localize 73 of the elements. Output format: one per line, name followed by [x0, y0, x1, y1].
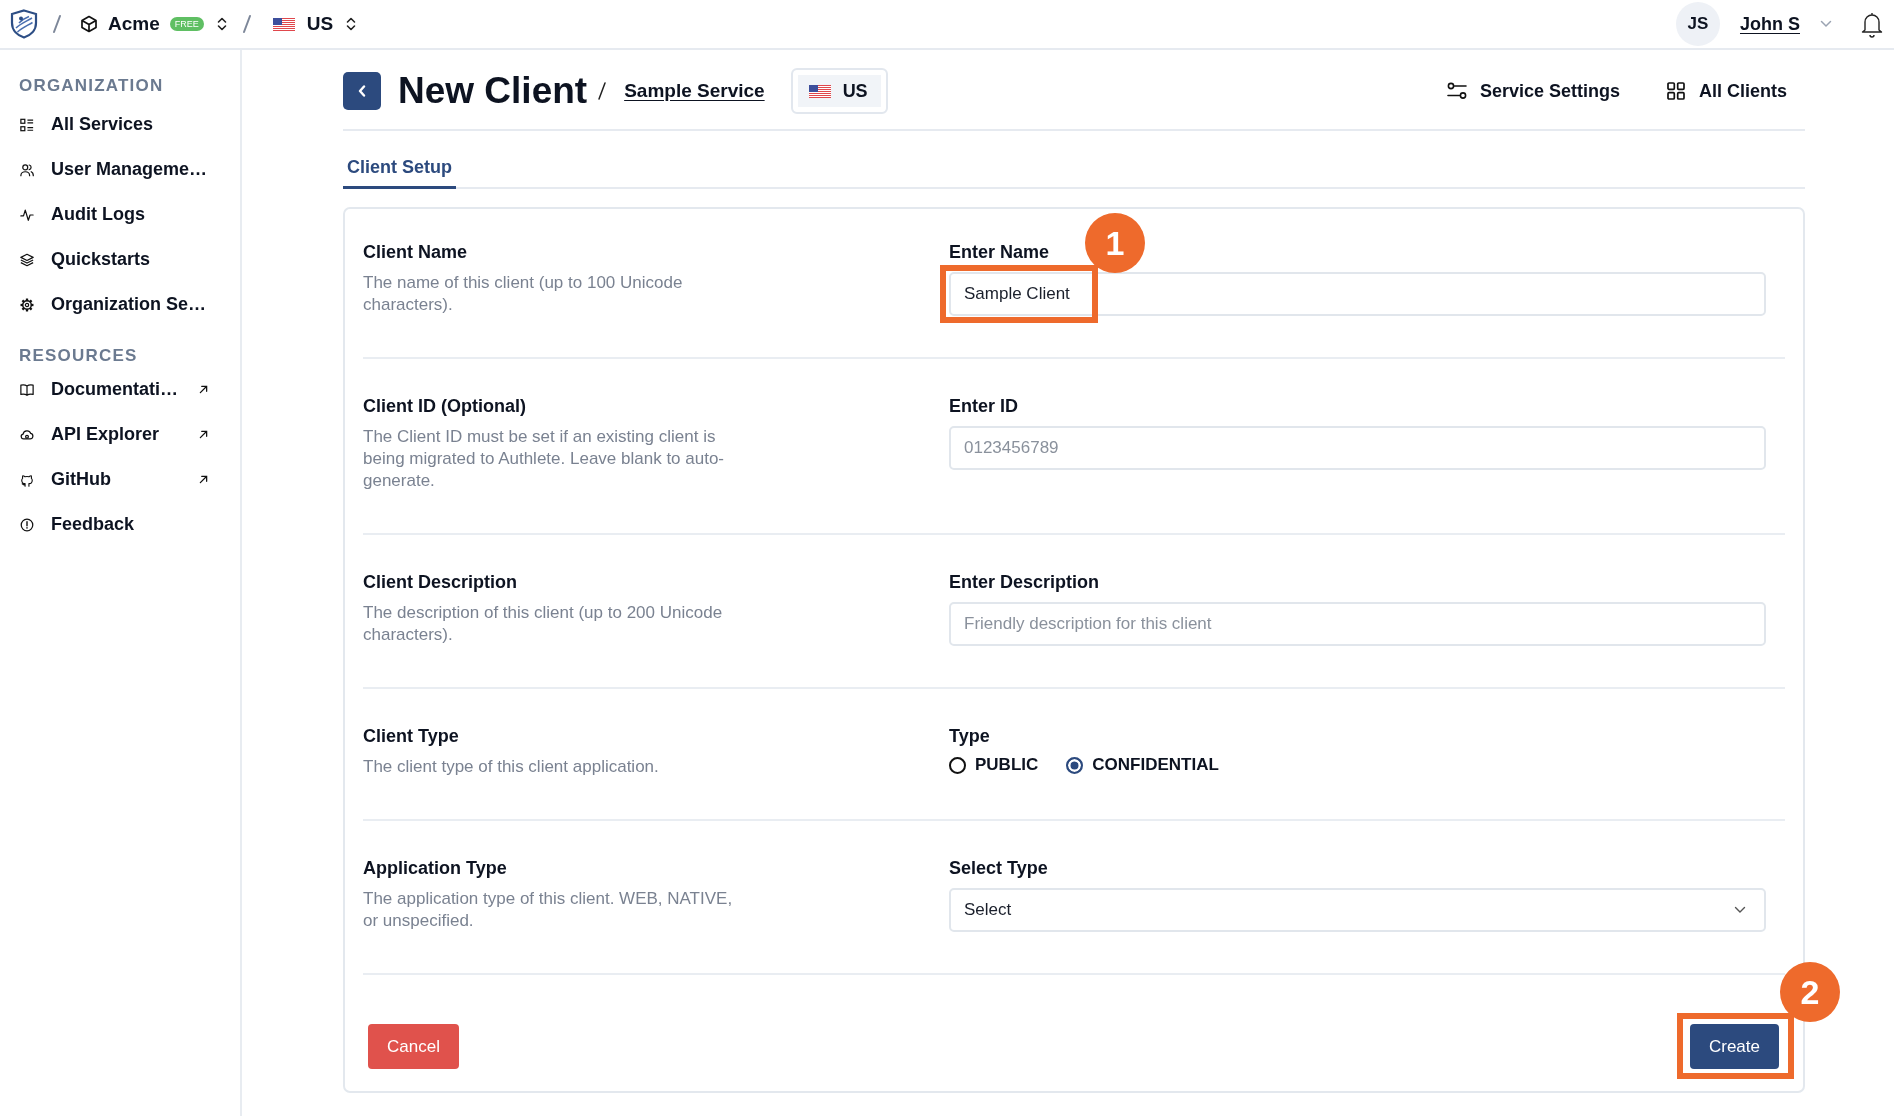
plan-badge: FREE — [169, 17, 204, 31]
sidebar-item[interactable]: API Explorer — [20, 412, 212, 457]
sidebar-item[interactable]: User Manageme… — [20, 147, 212, 192]
region-switcher[interactable]: US — [306, 13, 334, 35]
field-title: Client ID (Optional) — [363, 395, 527, 417]
github-icon — [20, 472, 34, 487]
header-link[interactable]: All Clients — [1666, 80, 1787, 102]
up-down-chevron-icon[interactable] — [215, 16, 228, 32]
chevron-left-icon — [358, 85, 366, 97]
field-title: Application Type — [363, 857, 508, 879]
select-dropdown[interactable]: Select — [949, 888, 1766, 932]
step-number-marker: 1 — [1085, 213, 1145, 273]
sidebar-item[interactable]: Documentati… — [20, 367, 212, 412]
alert-circle-icon — [20, 517, 34, 532]
field-title: Client Description — [363, 571, 519, 593]
user-menu-link[interactable]: John S — [1740, 13, 1800, 35]
step-number-marker: 2 — [1779, 962, 1840, 1022]
slash-separator-icon — [52, 14, 62, 34]
field-label: Enter Name — [949, 241, 1050, 263]
sliders-icon — [1446, 82, 1467, 100]
cloud-icon — [20, 427, 34, 442]
page-title: New Client — [398, 69, 588, 113]
flag-icon — [272, 17, 295, 31]
flag-icon — [808, 84, 831, 98]
sidebar-item[interactable]: Quickstarts — [20, 237, 212, 282]
sidebar-item[interactable]: GitHub — [20, 457, 212, 502]
radio-button[interactable] — [1066, 756, 1084, 774]
users-icon — [20, 162, 34, 177]
radio-button[interactable] — [949, 756, 966, 774]
text-input[interactable]: Friendly description for this client — [949, 602, 1766, 646]
user-avatar[interactable]: JS — [1676, 2, 1720, 46]
region-selector[interactable]: US — [790, 68, 888, 114]
create-button[interactable]: Create — [1689, 1024, 1779, 1069]
text-input[interactable]: 0123456789 — [949, 426, 1766, 470]
breadcrumb-link[interactable]: Sample Service — [624, 80, 765, 102]
field-label: Type — [949, 725, 990, 747]
sidebar-section-heading: RESOURCES — [18, 345, 139, 367]
tab[interactable]: Client Setup — [343, 155, 456, 189]
field-description: The Client ID must be set if an existing client is being migrated to Authlete. Leave blank to auto-generate. — [363, 426, 726, 492]
sidebar-item[interactable]: Audit Logs — [20, 192, 212, 237]
field-label: Enter ID — [949, 395, 1018, 417]
sidebar-item[interactable]: Feedback — [20, 502, 212, 547]
field-description: The description of this client (up to 200 Unicode characters). — [363, 602, 724, 646]
chevron-down-icon — [1734, 906, 1746, 914]
grid-icon — [1666, 82, 1686, 100]
slash-separator-icon — [597, 81, 608, 101]
header-link[interactable]: Service Settings — [1446, 80, 1620, 102]
field-description: The application type of this client. WEB, NATIVE, or unspecified. — [363, 888, 734, 932]
field-label: Select Type — [949, 857, 1048, 879]
field-label: Enter Description — [949, 571, 1100, 593]
cube-icon — [80, 15, 98, 33]
layers-icon — [20, 252, 34, 267]
field-description: The client type of this client application. — [363, 756, 660, 778]
shield-logo-icon[interactable] — [10, 9, 38, 39]
field-title: Client Type — [363, 725, 460, 747]
open-book-icon — [20, 382, 34, 397]
organization-switcher[interactable]: Acme — [108, 13, 160, 35]
field-description: The name of this client (up to 100 Unicode characters). — [363, 272, 684, 316]
cancel-button[interactable]: Cancel — [368, 1024, 459, 1069]
sidebar-section-heading: ORGANIZATION — [18, 75, 165, 97]
pulse-icon — [20, 207, 34, 222]
gear-icon — [20, 297, 34, 312]
slash-separator-icon — [241, 14, 252, 34]
bell-icon[interactable] — [1860, 10, 1884, 38]
sidebar-item[interactable]: Organization Se… — [20, 282, 212, 327]
field-title: Client Name — [363, 241, 469, 263]
radio-label[interactable]: PUBLIC — [975, 754, 1039, 776]
text-input[interactable]: Sample Client — [949, 272, 1766, 316]
back-button[interactable] — [343, 72, 381, 110]
sidebar-item[interactable]: All Services — [20, 102, 212, 147]
list-icon — [20, 117, 34, 132]
radio-label[interactable]: CONFIDENTIAL — [1092, 754, 1219, 776]
up-down-chevron-icon[interactable] — [345, 16, 358, 32]
